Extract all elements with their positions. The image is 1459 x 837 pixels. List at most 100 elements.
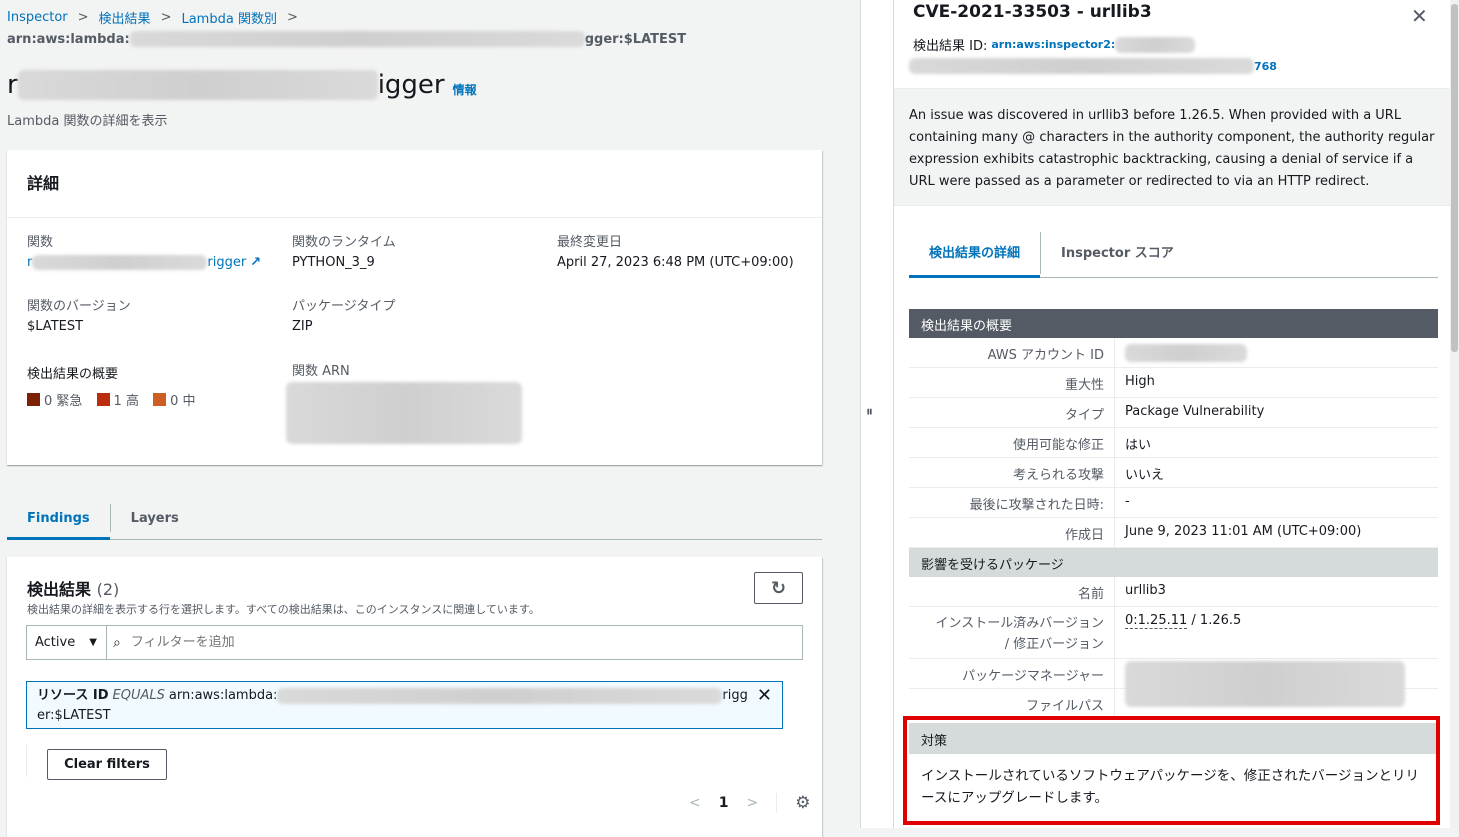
table-row: 作成日 June 9, 2023 11:01 AM (UTC+09:00) xyxy=(909,518,1438,548)
clear-filters-button[interactable]: Clear filters xyxy=(47,749,167,780)
overview-header: 検出結果の概要 xyxy=(909,309,1438,338)
row-key: 重大性 xyxy=(909,368,1115,397)
arn-suffix: gger:$LATEST xyxy=(584,31,687,47)
row-value xyxy=(1115,659,1415,707)
row-key: 使用可能な修正 xyxy=(909,428,1115,457)
row-key: タイプ xyxy=(909,398,1115,427)
table-row: 重大性 High xyxy=(909,368,1438,398)
row-value: はい xyxy=(1125,438,1152,453)
findings-title-text: 検出結果 xyxy=(27,580,92,599)
finding-id-line2: 768 xyxy=(909,58,1277,74)
critical-count: 0 緊急 xyxy=(44,394,83,409)
runtime-value: PYTHON_3_9 xyxy=(292,255,375,270)
tab-inspector-score[interactable]: Inspector スコア xyxy=(1041,232,1194,277)
breadcrumb-by-lambda[interactable]: Lambda 関数別 xyxy=(181,8,276,27)
scrollbar-thumb[interactable] xyxy=(1451,4,1458,352)
breadcrumb-inspector[interactable]: Inspector xyxy=(7,10,68,25)
table-row: 名前 urllib3 xyxy=(909,577,1438,607)
row-key: ファイルパス xyxy=(909,689,1115,718)
redacted-block xyxy=(129,31,585,47)
main-content: Inspector > 検出結果 > Lambda 関数別 > arn:aws:… xyxy=(0,0,860,837)
row-key: 名前 xyxy=(909,577,1115,606)
panel-tab-bar: 検出結果の詳細 Inspector スコア xyxy=(909,232,1438,278)
medium-swatch xyxy=(153,393,167,406)
breadcrumb-findings[interactable]: 検出結果 xyxy=(99,8,151,27)
row-key: AWS アカウント ID xyxy=(909,338,1115,367)
info-link[interactable]: 情報 xyxy=(453,81,477,98)
function-label: 関数 xyxy=(27,235,54,250)
redacted-block xyxy=(1115,36,1196,53)
gear-icon[interactable]: ⚙ xyxy=(795,793,810,813)
medium-count: 0 中 xyxy=(170,394,196,409)
breadcrumb: Inspector > 検出結果 > Lambda 関数別 > xyxy=(7,8,308,27)
severity-counts: 0 緊急 1 高 0 中 xyxy=(27,390,196,409)
tab-layers[interactable]: Layers xyxy=(111,495,199,539)
redacted-block xyxy=(17,70,378,100)
row-value xyxy=(1115,338,1257,367)
divider xyxy=(776,793,778,813)
finding-description: An issue was discovered in urllib3 befor… xyxy=(894,88,1450,206)
close-icon[interactable]: ✕ xyxy=(1411,4,1428,28)
table-row: タイプ Package Vulnerability xyxy=(909,398,1438,428)
findings-title: 検出結果 (2) xyxy=(27,576,119,600)
caret-down-icon: ▼ xyxy=(89,637,97,648)
chevron-right-icon[interactable]: > xyxy=(746,795,758,811)
arn-prefix: arn:aws:lambda: xyxy=(7,31,130,47)
redacted-block xyxy=(1125,344,1247,362)
redacted-block xyxy=(286,382,522,444)
details-header: 詳細 xyxy=(27,174,60,193)
token-value-suffix: rigg xyxy=(722,688,748,703)
package-header: 影響を受けるパッケージ xyxy=(909,548,1438,577)
row-value: urllib3 xyxy=(1125,583,1166,598)
page-subtitle: Lambda 関数の詳細を表示 xyxy=(7,114,168,129)
title-prefix: r xyxy=(7,70,18,100)
chevron-right-icon: > xyxy=(286,10,298,25)
redacted-block xyxy=(1125,661,1405,707)
token-key: リソース ID xyxy=(37,688,109,703)
version-label-line1: インストール済みバージョン xyxy=(935,616,1104,631)
package-type-value: ZIP xyxy=(292,319,313,334)
filter-input[interactable] xyxy=(130,635,731,650)
arn-label: 関数 ARN xyxy=(292,364,350,379)
vertical-scrollbar[interactable] xyxy=(1450,0,1459,828)
summary-label: 検出結果の概要 xyxy=(27,367,119,382)
tab-finding-details[interactable]: 検出結果の詳細 xyxy=(909,232,1041,278)
finding-id-suffix[interactable]: 768 xyxy=(1254,60,1277,73)
finding-id-prefix[interactable]: arn:aws:inspector2: xyxy=(991,38,1115,51)
version-label-line2: / 修正バージョン xyxy=(1004,637,1104,652)
row-value: - xyxy=(1125,494,1130,509)
modified-value: April 27, 2023 6:48 PM (UTC+09:00) xyxy=(557,255,794,270)
row-value: 0:1.25.11 / 1.26.5 xyxy=(1115,607,1251,658)
refresh-button[interactable]: ↻ xyxy=(754,572,803,604)
resize-handle-icon[interactable]: ⏸ xyxy=(866,404,873,420)
high-swatch xyxy=(96,393,110,406)
panel-title: CVE-2021-33503 - urllib3 xyxy=(913,2,1152,22)
refresh-icon: ↻ xyxy=(770,577,787,599)
finding-detail-panel: CVE-2021-33503 - urllib3 ✕ 検出結果 ID: arn:… xyxy=(893,0,1450,828)
page-number[interactable]: 1 xyxy=(719,795,729,811)
filter-token: リソース ID EQUALS arn:aws:lambda: rigg er:$… xyxy=(26,681,783,729)
finding-id: 検出結果 ID: arn:aws:inspector2: xyxy=(913,35,1196,54)
remove-token-icon[interactable]: ✕ xyxy=(757,686,772,706)
tab-findings[interactable]: Findings xyxy=(7,495,110,540)
high-count: 1 高 xyxy=(113,394,139,409)
row-value: Package Vulnerability xyxy=(1125,404,1265,419)
row-key: パッケージマネージャー xyxy=(909,659,1115,688)
function-link[interactable]: r rigger ↗ xyxy=(27,255,261,270)
status-select[interactable]: Active ▼ xyxy=(27,626,107,659)
row-key: 作成日 xyxy=(909,518,1115,547)
divider xyxy=(26,745,27,777)
split-divider[interactable] xyxy=(860,0,893,828)
redacted-block xyxy=(277,688,723,704)
critical-swatch xyxy=(27,393,40,406)
modified-label: 最終変更日 xyxy=(557,235,623,250)
redacted-block xyxy=(32,255,208,270)
external-link-icon: ↗ xyxy=(250,255,262,270)
row-value: June 9, 2023 11:01 AM (UTC+09:00) xyxy=(1125,524,1362,539)
findings-description: 検出結果の詳細を表示する行を選択します。すべての検出結果は、このインスタンスに関… xyxy=(27,603,540,616)
table-row: 使用可能な修正 はい xyxy=(909,428,1438,458)
chevron-left-icon[interactable]: < xyxy=(689,795,701,811)
table-row: インストール済みバージョン / 修正バージョン 0:1.25.11 / 1.26.… xyxy=(909,607,1438,659)
token-value-line2: er:$LATEST xyxy=(37,708,111,723)
installed-version[interactable]: 0:1.25.11 xyxy=(1125,613,1188,629)
